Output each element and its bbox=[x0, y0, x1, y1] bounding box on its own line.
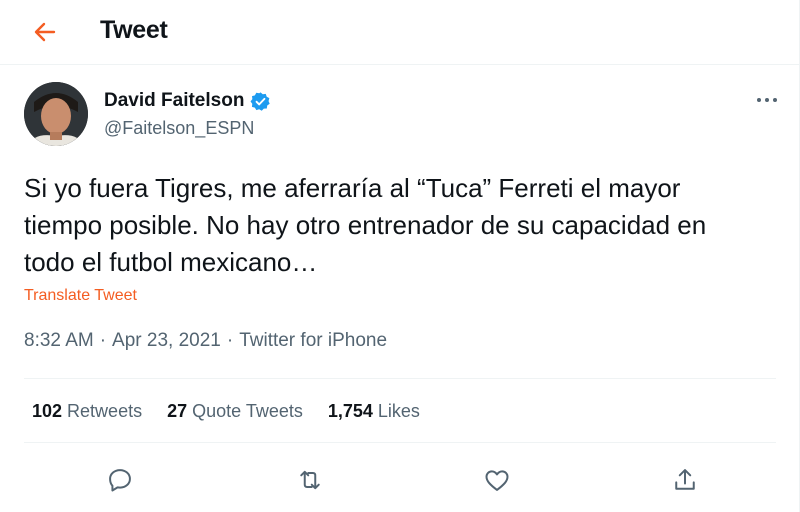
retweets-stat[interactable]: 102 Retweets bbox=[32, 401, 142, 422]
divider bbox=[24, 442, 776, 443]
meta-separator: · bbox=[99, 330, 107, 351]
like-icon[interactable] bbox=[481, 464, 513, 496]
likes-stat[interactable]: 1,754 Likes bbox=[328, 401, 420, 422]
page-title: Tweet bbox=[100, 16, 168, 44]
back-arrow-icon[interactable] bbox=[30, 18, 60, 46]
avatar[interactable] bbox=[24, 82, 88, 146]
reply-icon[interactable] bbox=[104, 464, 136, 496]
tweet-meta: 8:32 AM · Apr 23, 2021 · Twitter for iPh… bbox=[24, 330, 387, 352]
quote-tweets-count: 27 bbox=[167, 401, 188, 421]
tweet-time[interactable]: 8:32 AM bbox=[24, 330, 94, 352]
likes-label: Likes bbox=[377, 401, 420, 421]
likes-count: 1,754 bbox=[327, 401, 373, 421]
quote-tweets-label: Quote Tweets bbox=[192, 401, 303, 421]
verified-badge-icon bbox=[250, 91, 271, 111]
author-handle[interactable]: @Faitelson_ESPN bbox=[104, 118, 254, 139]
divider bbox=[24, 378, 776, 379]
tweet-date[interactable]: Apr 23, 2021 bbox=[112, 330, 221, 352]
author-name[interactable]: David Faitelson bbox=[104, 90, 244, 112]
share-icon[interactable] bbox=[669, 464, 701, 496]
tweet-text: Si yo fuera Tigres, me aferraría al “Tuc… bbox=[24, 173, 707, 277]
meta-separator: · bbox=[226, 330, 234, 351]
tweet-source[interactable]: Twitter for iPhone bbox=[239, 330, 387, 352]
retweet-icon[interactable] bbox=[294, 464, 326, 496]
engagement-stats: 102 Retweets 27 Quote Tweets 1,754 Likes bbox=[32, 401, 445, 422]
retweets-label: Retweets bbox=[67, 401, 143, 421]
header-bar: Tweet bbox=[0, 0, 800, 65]
more-icon[interactable] bbox=[754, 93, 780, 105]
translate-tweet-link[interactable]: Translate Tweet bbox=[24, 287, 137, 305]
quote-tweets-stat[interactable]: 27 Quote Tweets bbox=[167, 401, 303, 422]
retweets-count: 102 bbox=[32, 401, 63, 421]
author-name-row: David Faitelson bbox=[104, 90, 271, 112]
